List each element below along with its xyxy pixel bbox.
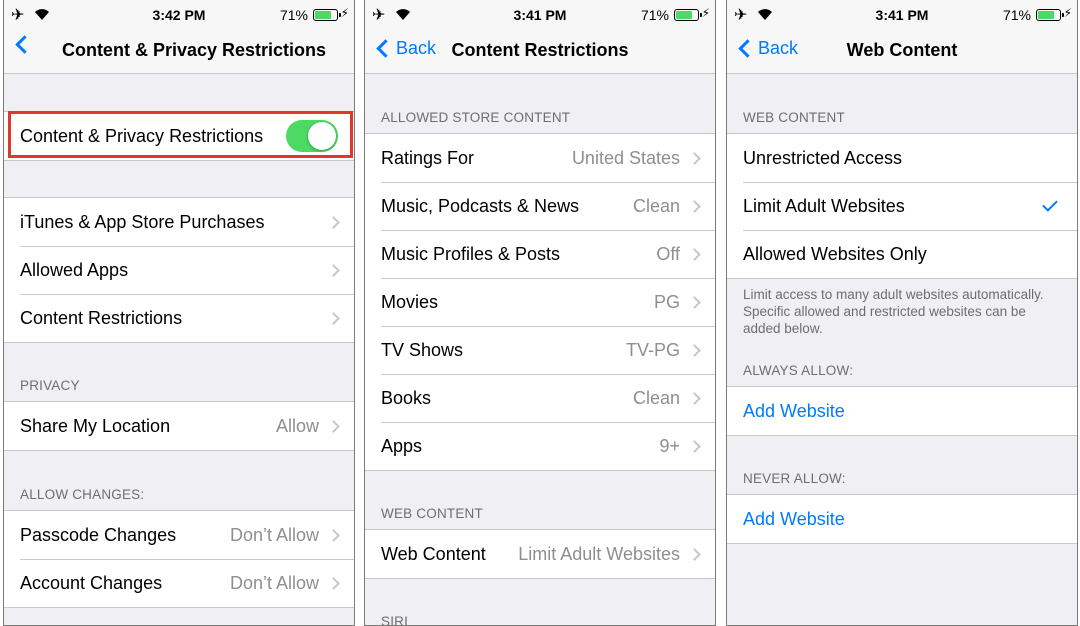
list-item-apps[interactable]: Apps 9+ [365,422,715,470]
battery-icon [313,9,341,21]
chevron-right-icon [688,391,701,405]
highlight-box [8,111,353,158]
nav-bar: Content & Privacy Restrictions [4,30,354,74]
nav-bar: Back Web Content [727,30,1077,74]
chevron-right-icon [327,528,340,542]
always-allow-group: Add Website [727,386,1077,436]
battery-percent: 71% [279,7,308,23]
battery-percent: 71% [1002,7,1031,23]
checkmark-icon [1042,196,1058,212]
list-item-web-content[interactable]: Web Content Limit Adult Websites [365,530,715,578]
charging-icon: ⚡ [1063,6,1072,20]
add-website-always-allow[interactable]: Add Website [727,387,1077,435]
section-header-privacy: PRIVACY [20,378,80,393]
page-title: Web Content [846,40,958,60]
chevron-right-icon [327,419,340,433]
privacy-group: Share My Location Allow [4,401,354,451]
list-item-tv-shows[interactable]: TV Shows TV-PG [365,326,715,374]
page-title: Content & Privacy Restrictions [61,40,327,60]
list-item-music-profiles-posts[interactable]: Music Profiles & Posts Off [365,230,715,278]
chevron-right-icon [327,263,340,277]
chevron-right-icon [327,215,340,229]
chevron-right-icon [688,247,701,261]
section-header-allow-changes: ALLOW CHANGES: [20,487,145,502]
section-header-always-allow: ALWAYS ALLOW: [743,363,854,378]
chevron-right-icon [688,151,701,165]
list-item-account-changes[interactable]: Account Changes Don’t Allow [4,559,354,607]
screen-content-privacy: ✈ 3:42 PM 71% ⚡ Content & Privacy Restri… [3,0,355,626]
never-allow-group: Add Website [727,494,1077,544]
section-header-store: ALLOWED STORE CONTENT [381,110,571,125]
top-bar: ✈ 3:41 PM 71% ⚡ Back Web Content [727,0,1077,74]
chevron-right-icon [327,576,340,590]
list-item-allowed-apps[interactable]: Allowed Apps [4,246,354,294]
list-item-books[interactable]: Books Clean [365,374,715,422]
store-content-group: Ratings For United States Music, Podcast… [365,133,715,471]
status-bar: ✈ 3:41 PM 71% ⚡ [365,0,715,30]
option-limit-adult-websites[interactable]: Limit Adult Websites [727,182,1077,230]
list-item-content-restrictions[interactable]: Content Restrictions [4,294,354,342]
web-options-group: Unrestricted Access Limit Adult Websites… [727,133,1077,279]
chevron-right-icon [327,311,340,325]
chevron-left-icon [15,35,34,54]
section-header-never-allow: NEVER ALLOW: [743,471,846,486]
list-item-music-podcasts-news[interactable]: Music, Podcasts & News Clean [365,182,715,230]
nav-bar: Back Content Restrictions [365,30,715,74]
section-header-siri: SIRI [381,614,409,626]
section-header-web-content: WEB CONTENT [743,110,845,125]
battery-percent: 71% [640,7,669,23]
charging-icon: ⚡ [701,6,710,20]
charging-icon: ⚡ [340,6,349,20]
top-bar: ✈ 3:42 PM 71% ⚡ Content & Privacy Restri… [4,0,354,74]
list-item-ratings-for[interactable]: Ratings For United States [365,134,715,182]
chevron-right-icon [688,343,701,357]
list-item-itunes-purchases[interactable]: iTunes & App Store Purchases [4,198,354,246]
section-header-web-content: WEB CONTENT [381,506,483,521]
web-content-footnote: Limit access to many adult websites auto… [743,287,1044,336]
list-item-movies[interactable]: Movies PG [365,278,715,326]
status-bar: ✈ 3:41 PM 71% ⚡ [727,0,1077,30]
top-bar: ✈ 3:41 PM 71% ⚡ Back Content Restriction… [365,0,715,74]
chevron-right-icon [688,547,701,561]
screen-content-restrictions: ✈ 3:41 PM 71% ⚡ Back Content Restriction… [364,0,716,626]
page-title: Content Restrictions [451,40,629,60]
option-unrestricted-access[interactable]: Unrestricted Access [727,134,1077,182]
web-content-group: Web Content Limit Adult Websites [365,529,715,579]
list-item-passcode-changes[interactable]: Passcode Changes Don’t Allow [4,511,354,559]
chevron-right-icon [688,439,701,453]
add-website-never-allow[interactable]: Add Website [727,495,1077,543]
chevron-right-icon [688,295,701,309]
allow-changes-group: Passcode Changes Don’t Allow Account Cha… [4,510,354,608]
battery-icon [674,9,702,21]
share-location-value: Allow [275,415,319,436]
list-item-share-location[interactable]: Share My Location Allow [4,402,354,450]
main-settings-group: iTunes & App Store Purchases Allowed App… [4,197,354,343]
option-allowed-websites-only[interactable]: Allowed Websites Only [727,230,1077,278]
account-changes-value: Don’t Allow [229,572,319,593]
passcode-changes-value: Don’t Allow [229,524,319,545]
chevron-right-icon [688,199,701,213]
status-bar: ✈ 3:42 PM 71% ⚡ [4,0,354,30]
battery-icon [1036,9,1064,21]
screen-web-content: ✈ 3:41 PM 71% ⚡ Back Web Content WEB CON… [726,0,1078,626]
